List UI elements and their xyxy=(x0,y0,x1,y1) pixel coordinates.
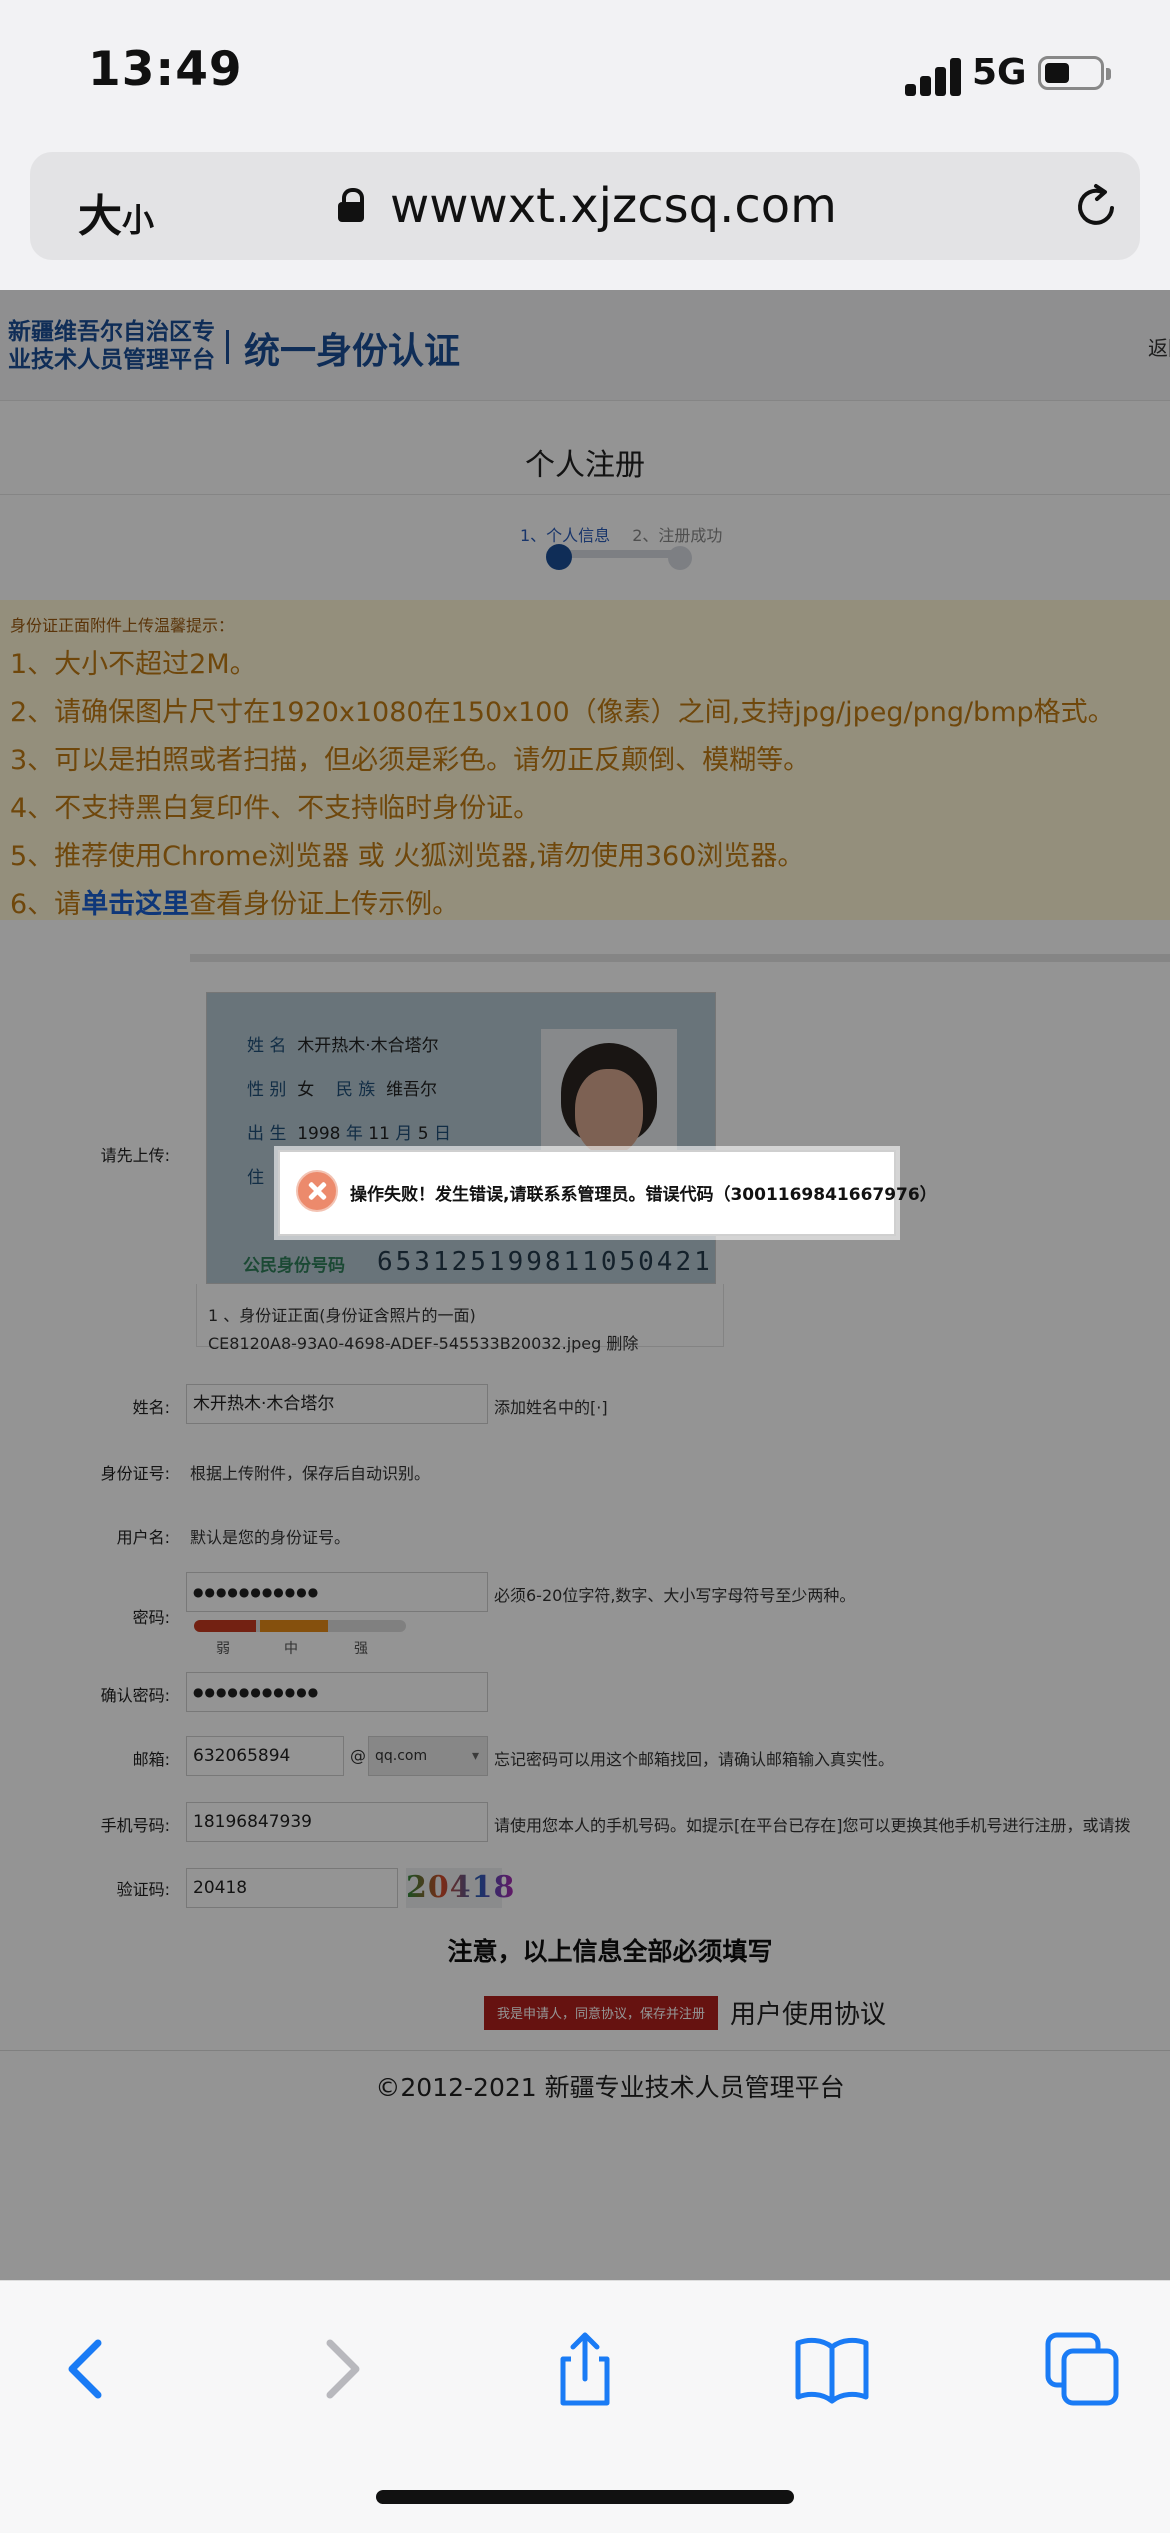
share-icon[interactable] xyxy=(545,2329,625,2409)
status-bar: 13:49 5G xyxy=(0,0,1170,150)
url-text[interactable]: wwwxt.xjzcsq.com xyxy=(390,178,837,234)
forward-icon[interactable] xyxy=(300,2329,380,2409)
status-time: 13:49 xyxy=(88,42,243,97)
home-indicator[interactable] xyxy=(376,2490,794,2504)
text-size-button[interactable]: 大小 xyxy=(78,180,154,244)
battery-icon xyxy=(1038,56,1111,90)
back-icon[interactable] xyxy=(48,2329,128,2409)
error-message: 操作失败！发生错误,请联系系管理员。错误代码（3001169841667976） xyxy=(350,1185,937,1205)
lock-icon xyxy=(338,188,364,222)
modal-overlay[interactable] xyxy=(0,290,1170,2280)
reload-icon[interactable] xyxy=(1072,182,1120,230)
tabs-icon[interactable] xyxy=(1042,2329,1122,2409)
bookmarks-icon[interactable] xyxy=(792,2329,872,2409)
error-icon xyxy=(296,1170,338,1212)
error-dialog: 操作失败！发生错误,请联系系管理员。错误代码（3001169841667976） xyxy=(278,1150,937,1236)
signal-icon xyxy=(905,56,961,96)
address-bar[interactable]: 大小 wwwxt.xjzcsq.com xyxy=(30,152,1140,260)
network-label: 5G xyxy=(972,52,1027,93)
